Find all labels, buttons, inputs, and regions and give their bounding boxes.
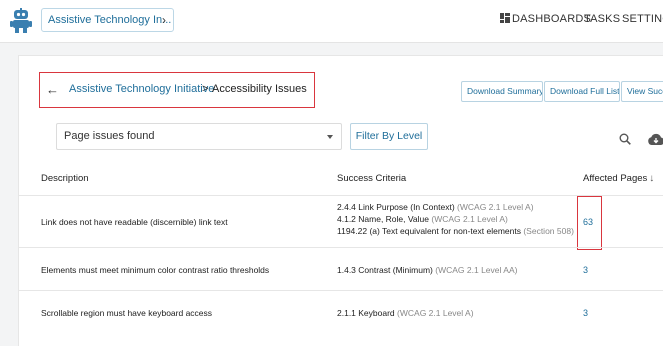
robot-logo-icon[interactable] (10, 8, 32, 34)
filter-by-level-button[interactable]: Filter By Level (350, 123, 428, 150)
nav-settings[interactable]: SETTINGS (622, 13, 663, 25)
breadcrumb-current: Accessibility Issues (212, 83, 307, 95)
nav-tasks[interactable]: TASKS (584, 13, 620, 25)
top-bar: Assistive Technology In... › DASHBOARDS … (0, 0, 663, 43)
divider (19, 290, 663, 291)
download-summary-button[interactable]: Download Summary (461, 81, 543, 102)
column-header-description[interactable]: Description (41, 173, 89, 184)
row-3-success-criteria: 2.1.1 Keyboard (WCAG 2.1 Level A) (337, 308, 474, 318)
column-header-affected-pages[interactable]: Affected Pages ↓ (583, 173, 654, 184)
column-header-success-criteria[interactable]: Success Criteria (337, 173, 406, 184)
divider (19, 195, 663, 196)
view-success-button[interactable]: View Succ (621, 81, 663, 102)
row-2-affected-pages-link[interactable]: 3 (583, 265, 588, 275)
download-full-list-button[interactable]: Download Full List (544, 81, 620, 102)
row-2-description: Elements must meet minimum color contras… (41, 265, 270, 275)
issues-card: ← Assistive Technology Initiative > Acce… (18, 55, 663, 346)
row-2-success-criteria: 1.4.3 Contrast (Minimum) (WCAG 2.1 Level… (337, 265, 518, 275)
organization-select[interactable]: Assistive Technology In... › (41, 8, 174, 32)
issue-type-select-value: Page issues found (64, 130, 155, 142)
breadcrumb-separator: > (202, 83, 209, 95)
breadcrumb-parent-link[interactable]: Assistive Technology Initiative (69, 73, 214, 106)
divider (19, 247, 663, 248)
row-3-description: Scrollable region must have keyboard acc… (41, 308, 213, 318)
criterion: 2.4.4 Link Purpose (In Context) (WCAG 2.… (337, 202, 534, 212)
cloud-download-icon[interactable] (647, 133, 663, 146)
row-1-description: Link does not have readable (discernible… (41, 217, 228, 227)
caret-down-icon (327, 135, 333, 139)
row-3-affected-pages-link[interactable]: 3 (583, 308, 588, 318)
organization-select-label: Assistive Technology In... (48, 14, 172, 26)
nav-dashboards[interactable]: DASHBOARDS (500, 13, 591, 25)
arrow-left-icon[interactable]: ← (46, 73, 59, 106)
criterion: 1194.22 (a) Text equivalent for non-text… (337, 226, 574, 236)
nav-dashboards-label: DASHBOARDS (512, 13, 592, 25)
row-1-success-criteria: 2.4.4 Link Purpose (In Context) (WCAG 2.… (337, 201, 574, 237)
search-icon[interactable] (619, 133, 631, 145)
affected-pages-label: Affected Pages (583, 173, 648, 184)
dashboard-grid-icon (500, 13, 510, 23)
chevron-right-icon: › (162, 13, 166, 27)
issue-type-select[interactable]: Page issues found (56, 123, 342, 150)
highlight-box (577, 196, 602, 250)
breadcrumb: ← Assistive Technology Initiative > Acce… (39, 72, 315, 108)
criterion: 4.1.2 Name, Role, Value (WCAG 2.1 Level … (337, 214, 508, 224)
sort-arrow-down-icon: ↓ (649, 173, 655, 184)
